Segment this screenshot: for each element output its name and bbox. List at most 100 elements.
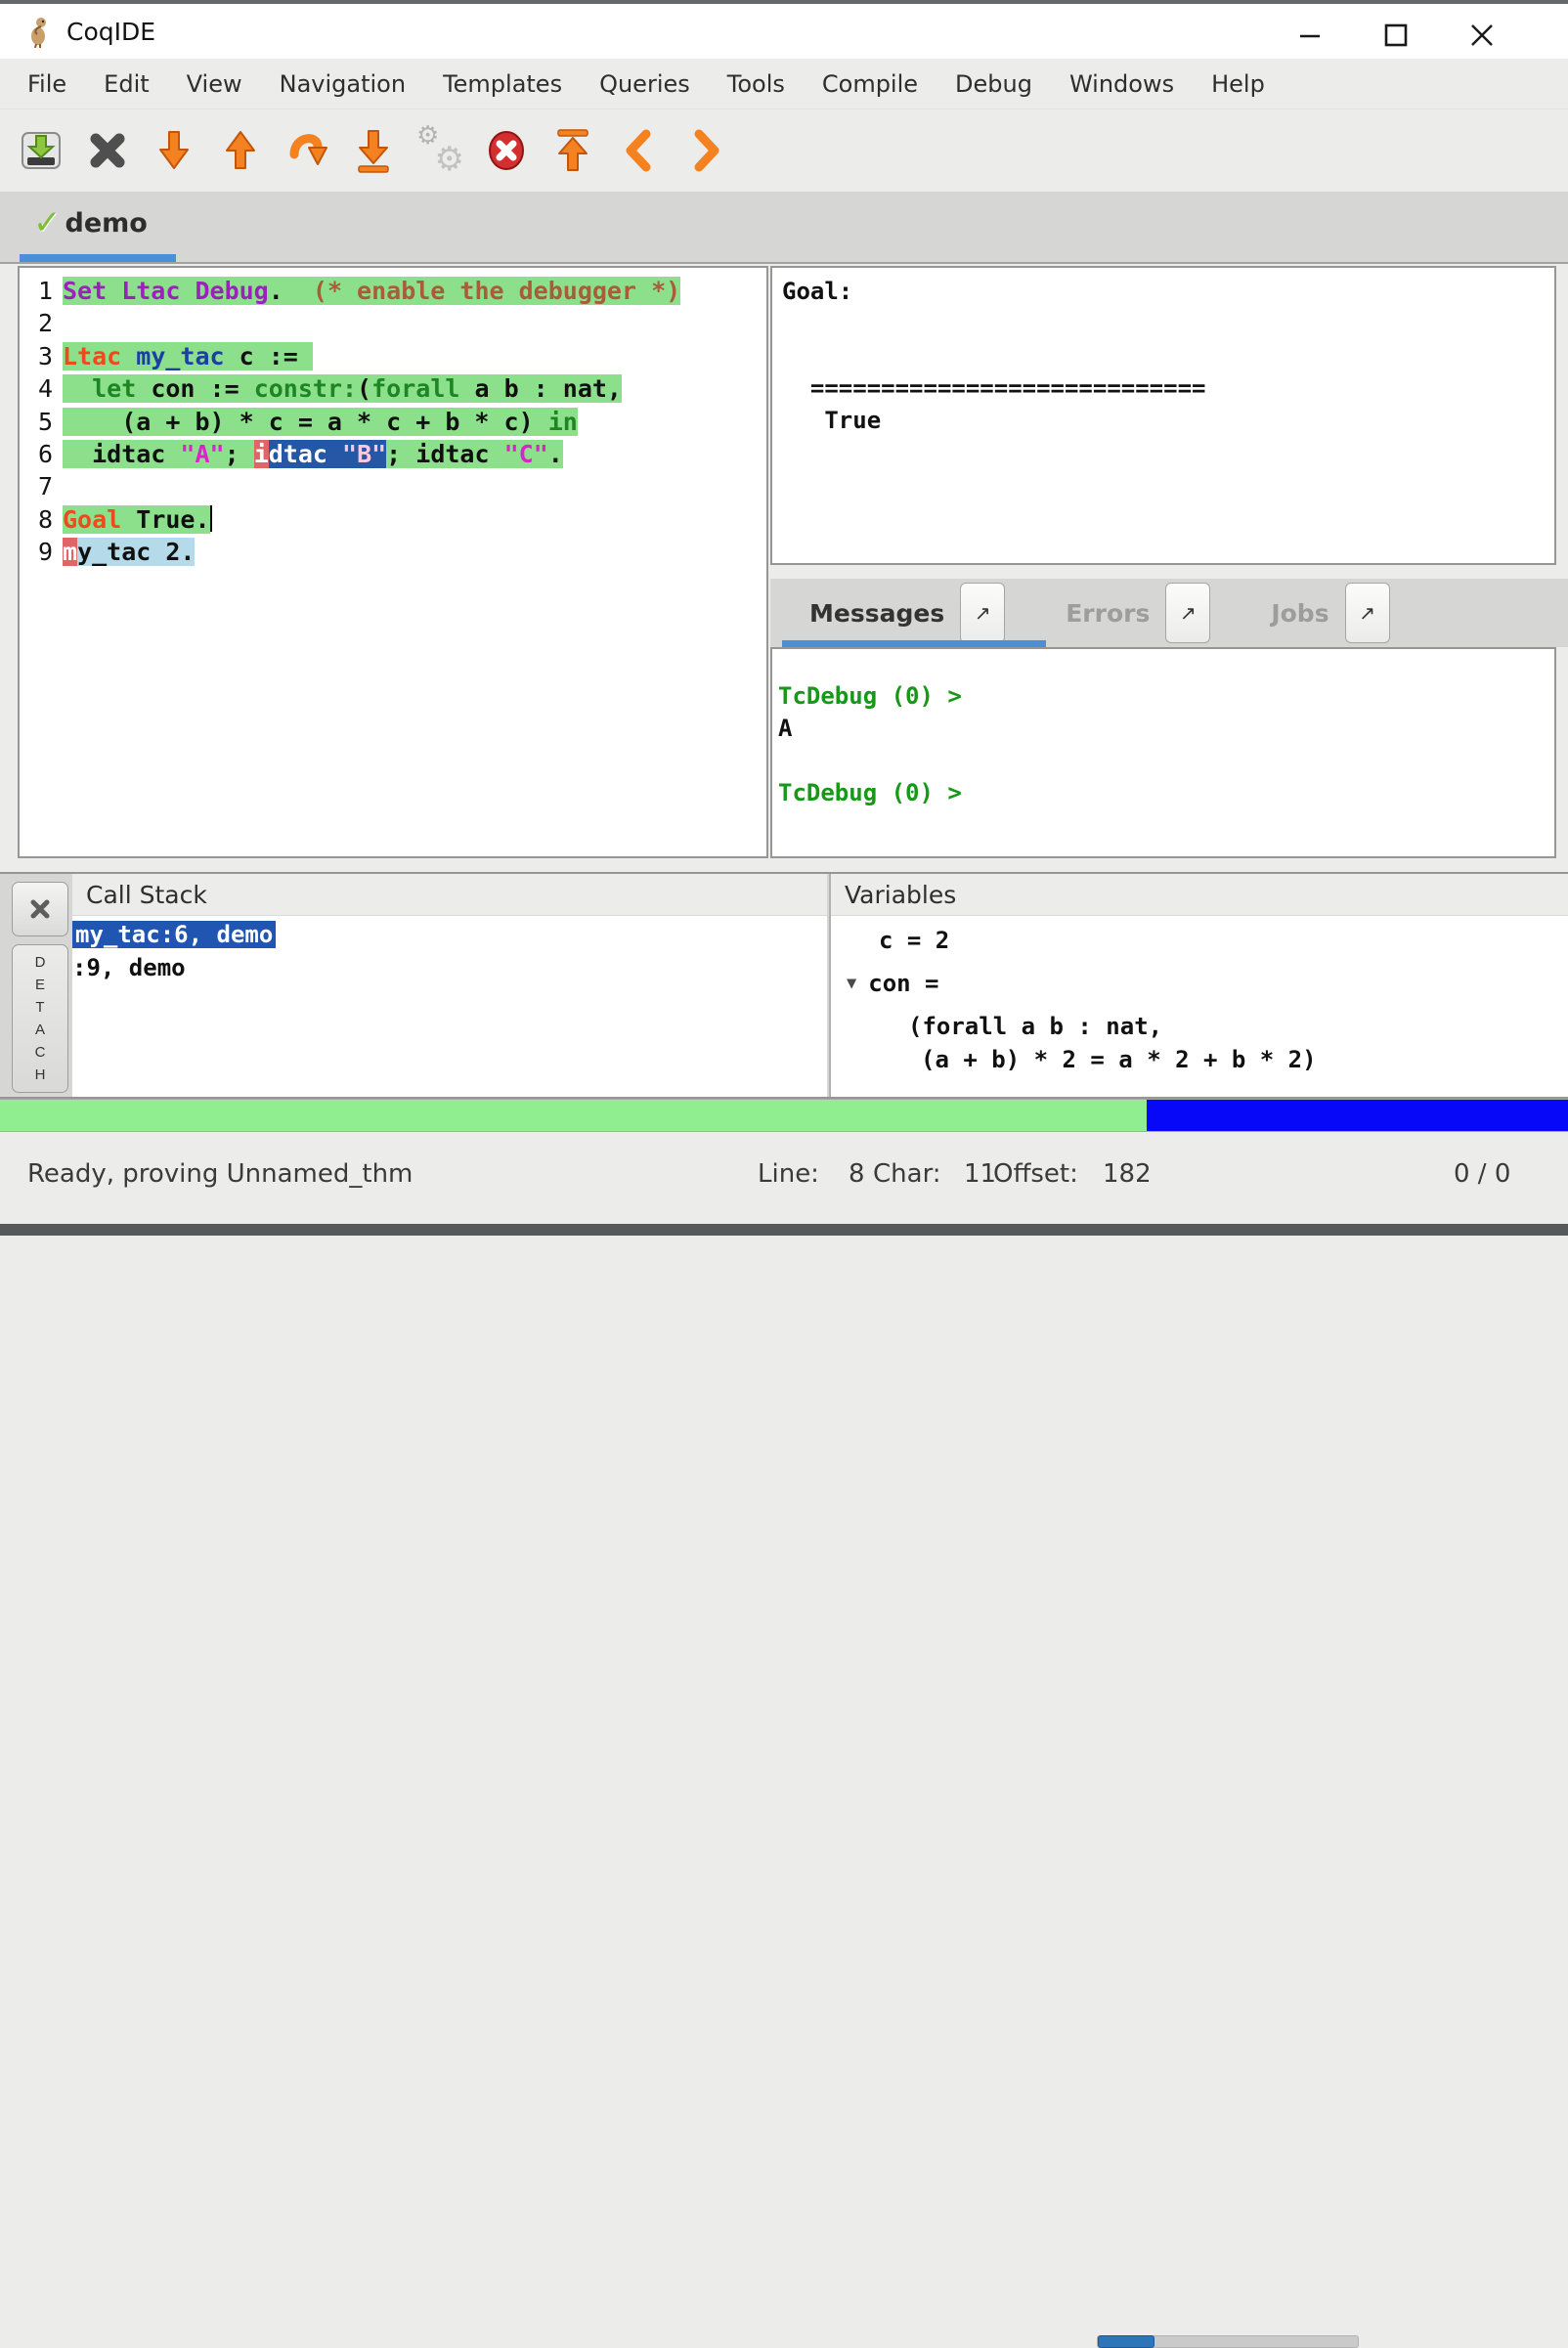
detach-arrow-icon: ↗ — [1359, 601, 1375, 626]
variable-row[interactable]: (a + b) * 2 = a * 2 + b * 2) — [831, 1043, 1568, 1076]
offset-value: 182 — [1103, 1159, 1152, 1189]
code-segment: i — [254, 440, 269, 468]
code-segment: idtac — [63, 440, 180, 468]
menu-item-windows[interactable]: Windows — [1051, 70, 1193, 98]
goal-line — [782, 340, 1554, 372]
next-button[interactable] — [680, 123, 731, 178]
call-stack-header: Call Stack — [72, 874, 827, 916]
saved-check-icon: ✓ — [33, 203, 62, 242]
step-forward-icon — [150, 126, 198, 175]
debugger-close-icon — [29, 898, 51, 920]
menu-bar: FileEditViewNavigationTemplatesQueriesTo… — [0, 59, 1568, 109]
code-line: 1Set Ltac Debug. (* enable the debugger … — [20, 275, 766, 307]
text-cursor — [210, 505, 212, 532]
line-number: 4 — [20, 372, 53, 405]
code-segment — [121, 342, 136, 370]
variable-row[interactable]: ▼con = — [831, 967, 1568, 1000]
message-line: A — [778, 713, 1554, 745]
expand-triangle-icon[interactable]: ▼ — [847, 967, 856, 1000]
step-backward-button[interactable] — [215, 123, 266, 178]
script-editor[interactable]: 1Set Ltac Debug. (* enable the debugger … — [18, 266, 768, 858]
detach-errors-button[interactable]: ↗ — [1165, 583, 1210, 643]
minimize-icon — [1297, 22, 1323, 48]
run-to-end-button[interactable] — [348, 123, 399, 178]
call-stack-list[interactable]: my_tac:6, demo :9, demo — [72, 916, 827, 984]
code-segment: Goal — [63, 505, 121, 534]
code-segment: "B" — [342, 440, 386, 468]
close-button[interactable] — [82, 123, 133, 178]
interrupt-button[interactable] — [481, 123, 532, 178]
menu-item-help[interactable]: Help — [1193, 70, 1284, 98]
menu-item-edit[interactable]: Edit — [85, 70, 167, 98]
tab-label: Errors — [1066, 599, 1150, 628]
progress-pending-segment — [1147, 1100, 1568, 1131]
code-segment: constr: — [254, 374, 357, 403]
line-number: 5 — [20, 406, 53, 438]
char-label: Char: — [873, 1159, 941, 1189]
code-segment: m — [63, 538, 77, 566]
variable-row[interactable]: (forall a b : nat, — [831, 1010, 1568, 1043]
call-stack-row[interactable]: my_tac:6, demo — [72, 918, 827, 951]
save-button[interactable] — [16, 123, 66, 178]
menu-item-templates[interactable]: Templates — [424, 70, 581, 98]
horizontal-scrollbar[interactable] — [1097, 2335, 1359, 2348]
line-number: 9 — [20, 536, 53, 568]
close-window-button[interactable] — [1460, 14, 1503, 57]
code-segment: (* enable the debugger *) — [313, 277, 680, 305]
goal-panel[interactable]: Goal: ============================ True — [770, 266, 1556, 565]
line-number: 6 — [20, 438, 53, 470]
variable-row[interactable]: c = 2 — [831, 924, 1568, 957]
restart-button[interactable] — [547, 123, 598, 178]
code-line: 6 idtac "A"; idtac "B"; idtac "C". — [20, 438, 766, 470]
maximize-button[interactable] — [1374, 14, 1417, 57]
menu-item-view[interactable]: View — [168, 70, 261, 98]
offset-label: Offset: — [993, 1159, 1078, 1189]
close-icon — [83, 126, 132, 175]
progress-processed-segment — [0, 1100, 1147, 1131]
code-segment: "A" — [180, 440, 224, 468]
code-segment: "C" — [504, 440, 548, 468]
menu-item-queries[interactable]: Queries — [581, 70, 709, 98]
code-segment: dtac — [269, 440, 342, 468]
debugger-detach-button[interactable]: DETACH — [12, 944, 68, 1093]
status-message: Ready, proving Unnamed_thm — [27, 1159, 413, 1189]
call-stack-row[interactable]: :9, demo — [72, 951, 827, 984]
menu-item-file[interactable]: File — [9, 70, 85, 98]
code-segment: a b : nat, — [459, 374, 622, 403]
status-bar: Ready, proving Unnamed_thm Line: 8 Char:… — [0, 1132, 1568, 1224]
minimize-button[interactable] — [1288, 14, 1331, 57]
code-segment: c := — [225, 342, 313, 370]
scrollbar-thumb[interactable] — [1098, 2335, 1154, 2348]
detach-jobs-button[interactable]: ↗ — [1345, 583, 1390, 643]
tab-messages[interactable]: Messages↗ — [809, 583, 1005, 643]
menu-item-tools[interactable]: Tools — [709, 70, 804, 98]
previous-button[interactable] — [614, 123, 665, 178]
title-bar: CoqIDE — [0, 4, 1568, 60]
goal-line: Goal: — [782, 276, 1554, 308]
go-to-cursor-button[interactable] — [282, 123, 332, 178]
line-number: 2 — [20, 307, 53, 339]
tab-jobs[interactable]: Jobs↗ — [1271, 583, 1389, 643]
detach-letter: C — [35, 1041, 46, 1064]
menu-item-compile[interactable]: Compile — [804, 70, 936, 98]
next-icon — [681, 126, 730, 175]
menu-item-debug[interactable]: Debug — [936, 70, 1051, 98]
char-value: 11 — [964, 1159, 996, 1189]
tab-demo[interactable]: ✓ demo — [20, 192, 161, 254]
code-segment: forall — [371, 374, 459, 403]
step-forward-button[interactable] — [149, 123, 199, 178]
tab-errors[interactable]: Errors ↗ — [1066, 583, 1210, 643]
menu-item-navigation[interactable]: Navigation — [261, 70, 424, 98]
goal-line: ============================ — [782, 372, 1554, 405]
debugger-close-button[interactable] — [12, 882, 68, 936]
messages-panel[interactable]: TcDebug (0) >A TcDebug (0) > — [770, 647, 1556, 858]
detach-messages-button[interactable]: ↗ — [960, 583, 1005, 643]
variables-list[interactable]: c = 2 ▼con = (forall a b : nat,(a + b) * 2… — [831, 924, 1568, 1076]
selected-frame: my_tac:6, demo — [72, 921, 276, 948]
compile-button[interactable]: ⚙⚙ — [414, 123, 465, 178]
call-stack-panel: Call Stack my_tac:6, demo :9, demo — [72, 874, 827, 1097]
interrupt-icon — [482, 126, 531, 175]
save-icon — [17, 126, 65, 175]
code-line: 7 — [20, 470, 766, 502]
previous-icon — [615, 126, 664, 175]
